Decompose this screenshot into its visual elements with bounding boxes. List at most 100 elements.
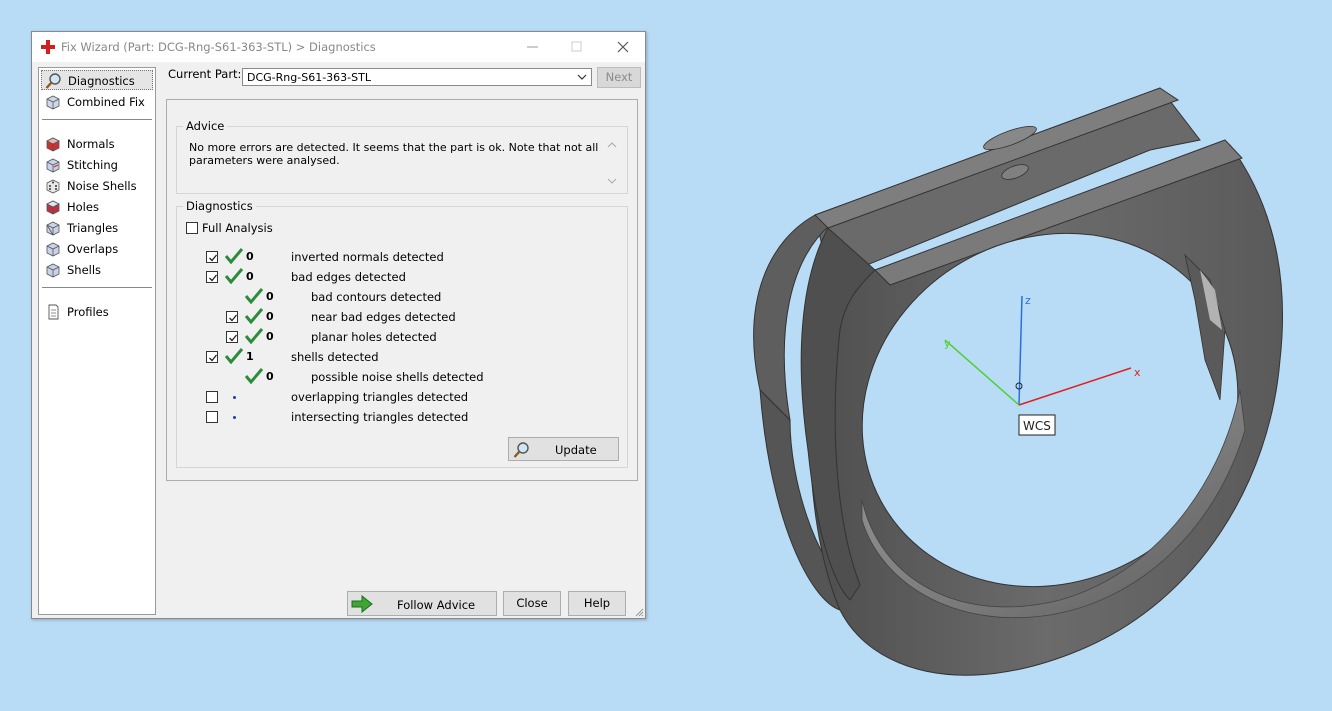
sidebar-item-label: Profiles — [67, 305, 109, 319]
near-bad-edges-count: 0 — [266, 310, 274, 323]
planar-holes-label: planar holes detected — [311, 330, 437, 344]
advice-text: No more errors are detected. It seems th… — [189, 141, 599, 167]
pending-dot-icon — [233, 396, 236, 399]
near-bad-edges-checkbox[interactable] — [226, 311, 238, 323]
help-button[interactable]: Help — [568, 591, 626, 616]
advice-title: Advice — [183, 119, 228, 133]
sidebar-item-label: Combined Fix — [67, 95, 145, 109]
full-analysis-checkbox[interactable] — [186, 222, 198, 234]
sidebar-item-label: Diagnostics — [68, 74, 135, 88]
maximize-button[interactable] — [554, 32, 600, 62]
checkmark-icon — [209, 274, 218, 282]
pending-dot-icon — [233, 416, 236, 419]
sidebar-item-shells[interactable]: Shells — [41, 260, 153, 280]
diagnostics-title: Diagnostics — [183, 199, 256, 213]
shells-cube-icon — [46, 263, 60, 278]
title-bar[interactable]: Fix Wizard (Part: DCG-Rng-S61-363-STL) >… — [32, 32, 645, 62]
diagnostics-group: Diagnostics Full Analysis 0 inverted nor… — [176, 199, 628, 468]
sidebar-item-profiles[interactable]: Profiles — [41, 302, 153, 322]
window-title: Fix Wizard (Part: DCG-Rng-S61-363-STL) >… — [61, 40, 376, 54]
green-check-icon — [224, 348, 244, 364]
chevron-down-icon — [577, 74, 587, 80]
advice-group: Advice No more errors are detected. It s… — [176, 119, 628, 194]
full-analysis-label: Full Analysis — [202, 221, 273, 235]
checkmark-icon — [209, 254, 218, 262]
wizard-sidebar: Diagnostics Combined Fix Normals Stitchi… — [38, 67, 156, 615]
follow-advice-button[interactable]: Follow Advice — [347, 591, 497, 616]
inverted-normals-checkbox[interactable] — [206, 251, 218, 263]
sidebar-item-label: Triangles — [67, 221, 119, 235]
sidebar-item-label: Stitching — [67, 158, 118, 172]
sidebar-item-stitching[interactable]: Stitching — [41, 155, 153, 175]
close-button[interactable]: Close — [503, 591, 561, 616]
minimize-button[interactable] — [510, 32, 556, 62]
overlaps-cube-icon — [46, 242, 60, 257]
checkmark-icon — [209, 354, 218, 362]
magnifier-icon — [45, 73, 61, 89]
stitching-cube-icon — [46, 158, 60, 173]
current-part-label: Current Part: — [168, 67, 242, 81]
update-button[interactable]: Update — [508, 437, 619, 461]
shells-checkbox[interactable] — [206, 351, 218, 363]
follow-advice-label: Follow Advice — [397, 598, 476, 612]
bad-contours-label: bad contours detected — [311, 290, 442, 304]
resize-grip-icon[interactable] — [634, 607, 644, 617]
magnifier-icon — [513, 442, 529, 458]
bad-edges-label: bad edges detected — [291, 270, 406, 284]
y-axis-line — [944, 339, 1020, 406]
maximize-icon — [571, 41, 582, 52]
sidebar-item-noise-shells[interactable]: Noise Shells — [41, 176, 153, 196]
shells-label: shells detected — [291, 350, 379, 364]
intersecting-triangles-checkbox[interactable] — [206, 411, 218, 423]
current-part-select[interactable]: DCG-Rng-S61-363-STL — [242, 68, 592, 86]
sidebar-item-holes[interactable]: Holes — [41, 197, 153, 217]
current-part-value: DCG-Rng-S61-363-STL — [247, 71, 371, 84]
sidebar-item-label: Shells — [67, 263, 102, 277]
wcs-label: WCS — [1023, 419, 1051, 433]
x-axis-line — [1018, 367, 1132, 406]
noise-shells-count: 0 — [266, 370, 274, 383]
minimize-icon — [527, 46, 538, 48]
sidebar-item-normals[interactable]: Normals — [41, 134, 153, 154]
bad-edges-checkbox[interactable] — [206, 271, 218, 283]
green-check-icon — [244, 288, 264, 304]
checkmark-icon — [229, 334, 238, 342]
profiles-document-icon — [48, 304, 59, 320]
green-check-icon — [244, 328, 264, 344]
checkmark-icon — [229, 314, 238, 322]
green-check-icon — [244, 308, 264, 324]
overlapping-triangles-checkbox[interactable] — [206, 391, 218, 403]
close-icon — [617, 41, 629, 53]
fix-wizard-dialog: Fix Wizard (Part: DCG-Rng-S61-363-STL) >… — [31, 31, 646, 619]
advice-scrollbar[interactable] — [605, 139, 619, 187]
planar-holes-checkbox[interactable] — [226, 331, 238, 343]
green-check-icon — [244, 368, 264, 384]
combined-fix-icon — [46, 95, 60, 110]
holes-cube-icon — [46, 200, 60, 215]
sidebar-item-label: Holes — [67, 200, 99, 214]
sidebar-divider — [42, 119, 152, 120]
y-axis-label: y — [944, 337, 951, 350]
bad-edges-count: 0 — [246, 270, 254, 283]
update-label: Update — [555, 443, 597, 457]
intersecting-triangles-label: intersecting triangles detected — [291, 410, 469, 424]
near-bad-edges-label: near bad edges detected — [311, 310, 456, 324]
bad-contours-count: 0 — [266, 290, 274, 303]
sidebar-item-label: Normals — [67, 137, 115, 151]
z-axis-label: z — [1025, 294, 1031, 307]
close-window-button[interactable] — [600, 32, 646, 62]
sidebar-item-label: Overlaps — [67, 242, 119, 256]
red-cross-icon — [41, 40, 55, 54]
sidebar-item-triangles[interactable]: Triangles — [41, 218, 153, 238]
next-button[interactable]: Next — [597, 67, 641, 88]
sidebar-item-combined-fix[interactable]: Combined Fix — [41, 92, 153, 112]
sidebar-item-diagnostics[interactable]: Diagnostics — [41, 70, 153, 90]
shells-count: 1 — [246, 350, 254, 363]
green-arrow-icon — [351, 595, 373, 613]
triangles-cube-icon — [46, 221, 60, 236]
planar-holes-count: 0 — [266, 330, 274, 343]
overlapping-triangles-label: overlapping triangles detected — [291, 390, 469, 404]
green-check-icon — [224, 268, 244, 284]
x-axis-label: x — [1134, 366, 1141, 379]
sidebar-item-overlaps[interactable]: Overlaps — [41, 239, 153, 259]
